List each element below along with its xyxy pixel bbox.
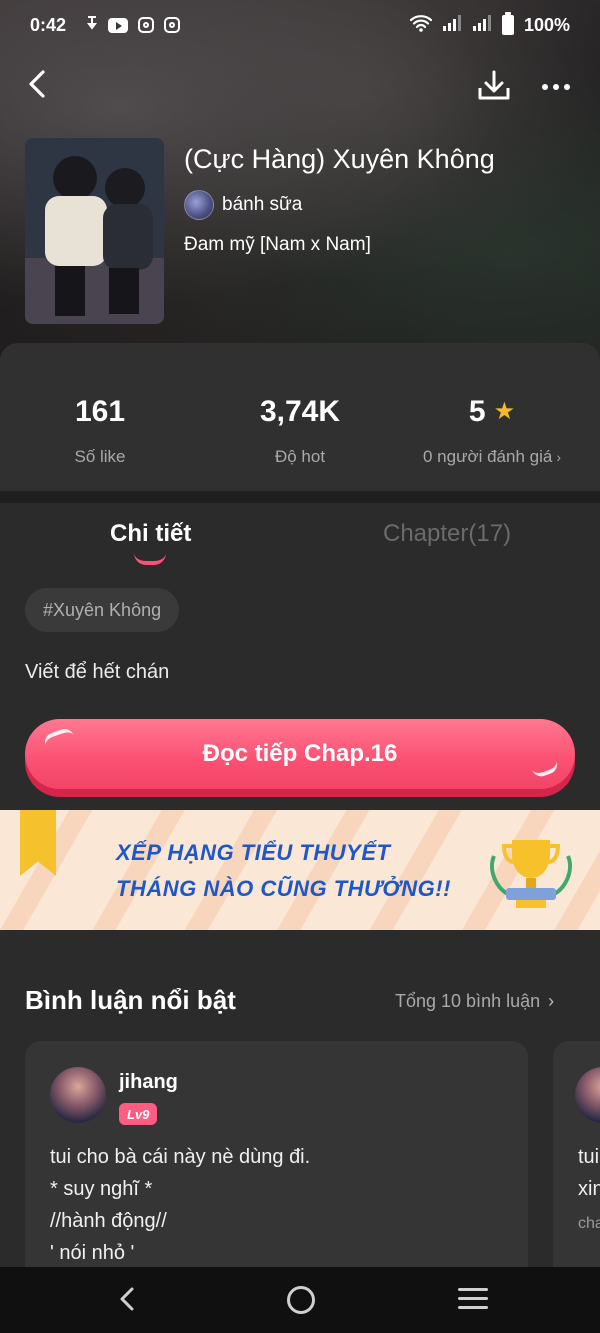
download-icon xyxy=(478,70,510,100)
tab-chapters[interactable]: Chapter(17) xyxy=(383,520,511,548)
nav-back-button[interactable] xyxy=(113,1284,143,1314)
comments-total: Tổng 10 bình luận xyxy=(395,991,541,1011)
chevron-right-icon: › xyxy=(548,991,555,1011)
active-tab-indicator xyxy=(134,553,166,565)
ribbon-icon xyxy=(20,810,56,876)
continue-reading-label: Đọc tiếp Chap.16 xyxy=(25,719,575,789)
comment-text: tui cho bà cái này nè dùng đi. * suy ngh… xyxy=(50,1146,311,1264)
signal-icon xyxy=(442,14,462,37)
author-name: bánh sữa xyxy=(222,194,303,215)
stat-hot-value: 3,74K xyxy=(259,395,341,428)
author-avatar xyxy=(184,190,214,220)
cover-image xyxy=(25,138,164,324)
comments-total-link[interactable]: Tổng 10 bình luận › xyxy=(395,991,554,1012)
comment-meta: cha xyxy=(578,1215,600,1232)
stat-hot-label: Độ hot xyxy=(274,447,326,466)
wifi-icon xyxy=(409,14,433,37)
banner-line-1: XẾP HẠNG TIỂU THUYẾT xyxy=(116,840,391,865)
comment-text: tui xin xyxy=(578,1146,600,1200)
level-badge: Lv9 xyxy=(119,1103,158,1125)
comment-username[interactable]: jihang xyxy=(119,1071,178,1094)
stat-hot: 3,74K Độ hot xyxy=(200,395,400,467)
section-divider xyxy=(0,491,600,503)
chevron-right-icon: › xyxy=(556,449,561,465)
back-button[interactable] xyxy=(22,66,52,102)
status-time: 0:42 xyxy=(30,14,67,35)
more-icon xyxy=(542,84,548,90)
ranking-banner[interactable]: XẾP HẠNG TIỂU THUYẾT THÁNG NÀO CŨNG THƯỞ… xyxy=(0,810,600,930)
signal-icon xyxy=(472,14,492,37)
system-nav-bar xyxy=(0,1267,600,1333)
story-genre: Đam mỹ [Nam x Nam] xyxy=(184,234,371,255)
instagram-icon xyxy=(164,17,181,33)
nav-back-icon xyxy=(120,1287,134,1311)
notification-icon xyxy=(86,15,98,36)
status-bar: 0:42 100% xyxy=(0,0,600,50)
stat-likes-label: Số like xyxy=(74,447,126,466)
youtube-icon xyxy=(108,17,129,33)
avatar[interactable] xyxy=(575,1067,600,1123)
stat-rating-label: 0 người đánh giá xyxy=(422,447,553,466)
banner-line-2: THÁNG NÀO CŨNG THƯỞNG!! xyxy=(116,876,451,901)
battery-icon xyxy=(501,12,514,35)
trophy-icon xyxy=(490,840,572,908)
more-button[interactable] xyxy=(536,72,576,102)
author-link[interactable]: bánh sữa xyxy=(184,190,302,220)
stat-rating[interactable]: 5 ★ 0 người đánh giá › xyxy=(392,395,592,467)
menu-icon xyxy=(458,1288,488,1291)
tab-detail[interactable]: Chi tiết xyxy=(110,520,191,548)
comment-card[interactable]: tui xin cha xyxy=(553,1041,600,1301)
avatar[interactable] xyxy=(50,1067,106,1123)
detail-panel: 161 Số like 3,74K Độ hot 5 ★ 0 người đán… xyxy=(0,343,600,1301)
tab-bar: Chi tiết Chapter(17) xyxy=(0,503,600,571)
continue-reading-button[interactable]: Đọc tiếp Chap.16 xyxy=(25,719,575,797)
story-description: Viết để hết chán xyxy=(25,661,170,683)
stat-likes-value: 161 xyxy=(74,395,126,428)
instagram-icon xyxy=(138,17,155,33)
battery-percent: 100% xyxy=(523,14,570,35)
comment-card[interactable]: jihang Lv9 tui cho bà cái này nè dùng đi… xyxy=(25,1041,528,1301)
back-arrow-icon xyxy=(29,70,45,98)
stats-row: 161 Số like 3,74K Độ hot 5 ★ 0 người đán… xyxy=(0,343,600,491)
nav-recents-button[interactable] xyxy=(458,1288,488,1312)
comments-title: Bình luận nổi bật xyxy=(25,985,236,1015)
stat-rating-value: 5 xyxy=(468,395,486,428)
genre-tag[interactable]: #Xuyên Không xyxy=(25,588,180,632)
star-icon: ★ xyxy=(493,398,516,425)
stat-likes: 161 Số like xyxy=(0,395,200,467)
story-title: (Cực Hàng) Xuyên Không xyxy=(184,144,495,174)
nav-home-button[interactable] xyxy=(287,1286,315,1314)
download-button[interactable] xyxy=(476,68,512,104)
